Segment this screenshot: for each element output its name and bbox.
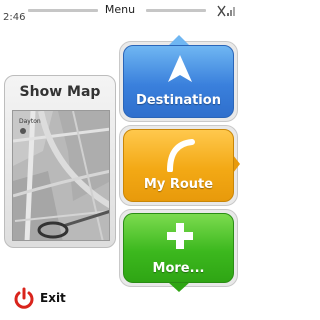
map-preview: Dayton (12, 110, 110, 241)
destination-button[interactable]: Destination (123, 45, 234, 118)
my-route-tab (233, 155, 240, 173)
more-button[interactable]: More... (123, 213, 234, 283)
plus-icon (167, 223, 193, 249)
my-route-label: My Route (143, 177, 214, 192)
more-label: More... (152, 261, 205, 276)
page-title: Menu (104, 3, 136, 16)
map-street-label: Dayton (19, 118, 41, 125)
status-time: 2:46 (3, 12, 26, 23)
route-curve-icon (167, 139, 195, 172)
navigation-arrow-icon (168, 55, 192, 82)
destination-label: Destination (136, 93, 221, 108)
show-map-button[interactable]: Show Map Dayton (4, 75, 116, 248)
map-preview-image: Dayton (13, 111, 109, 240)
my-route-button[interactable]: My Route (123, 129, 234, 202)
status-bar: Menu 2:46 (0, 0, 240, 23)
exit-button[interactable]: Exit (10, 287, 80, 311)
power-icon (14, 287, 34, 309)
signal-off-icon (217, 5, 235, 17)
show-map-label: Show Map (19, 84, 101, 100)
more-tab (168, 282, 190, 292)
exit-label: Exit (40, 291, 66, 305)
